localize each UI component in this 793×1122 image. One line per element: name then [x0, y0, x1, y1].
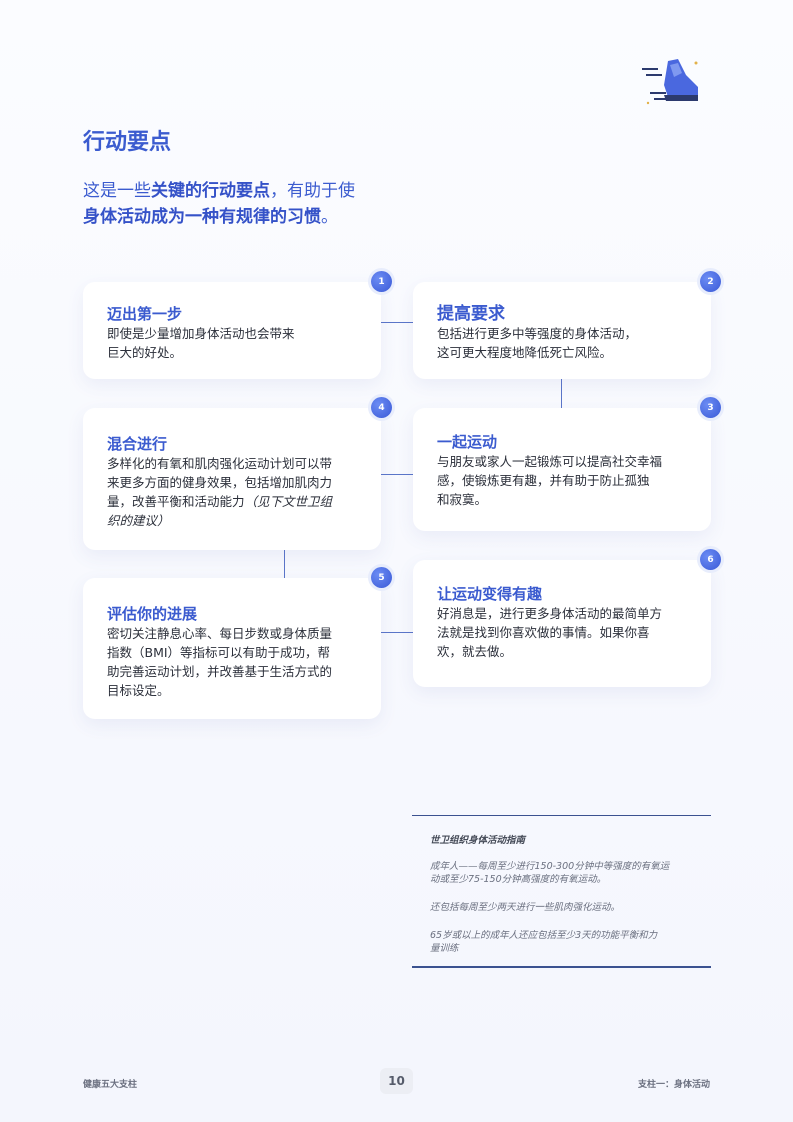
connector-3-4: [381, 474, 413, 475]
connector-1-2: [381, 322, 413, 323]
step-badge-6: 6: [700, 549, 721, 570]
step-badge-3: 3: [700, 397, 721, 418]
step-card-3: 一起运动 与朋友或家人一起锻炼可以提高社交幸福 感，使锻炼更有趣，并有助于防止孤…: [413, 408, 711, 531]
step-card-1: 迈出第一步 即使是少量增加身体活动也会带来 巨大的好处。: [83, 282, 381, 379]
step-body: 与朋友或家人一起锻炼可以提高社交幸福 感，使锻炼更有趣，并有助于防止孤独 和寂寞…: [437, 454, 663, 507]
step-title: 提高要求: [437, 304, 505, 324]
footer-right-label: 支柱一：身体活动: [637, 1080, 710, 1090]
step-title: 混合进行: [107, 435, 168, 453]
step-title: 迈出第一步: [107, 305, 183, 323]
who-guidelines-box: 世卫组织身体活动指南 成年人——每周至少进行150-300分钟中等强度的有氧运动…: [412, 815, 711, 968]
step-badge-1: 1: [371, 271, 392, 292]
running-shoe-icon: [642, 59, 698, 105]
step-title: 让运动变得有趣: [437, 585, 543, 603]
connector-2-3: [561, 379, 562, 408]
who-line-adults: 成年人——每周至少进行150-300分钟中等强度的有氧运 动或至少75-150分钟…: [430, 861, 670, 885]
step-badge-4: 4: [371, 397, 392, 418]
step-title: 一起运动: [437, 433, 498, 451]
step-badge-2: 2: [700, 271, 721, 292]
step-body: 包括进行更多中等强度的身体活动， 这可更大程度地降低死亡风险。: [437, 326, 638, 360]
step-card-2: 提高要求 包括进行更多中等强度的身体活动， 这可更大程度地降低死亡风险。: [413, 282, 711, 379]
footer-left-label: 健康五大支柱: [83, 1080, 138, 1090]
page-number: 10: [380, 1068, 413, 1094]
who-title: 世卫组织身体活动指南: [430, 835, 526, 846]
intro-text: 这是一些关键的行动要点，有助于使 身体活动成为一种有规律的习惯。: [83, 181, 355, 227]
step-title: 评估你的进展: [107, 605, 198, 623]
connector-5-6: [381, 632, 413, 633]
step-card-6: 让运动变得有趣 好消息是，进行更多身体活动的最简单方 法就是找到你喜欢做的事情。…: [413, 560, 711, 687]
connector-4-5: [284, 550, 285, 578]
who-line-muscle: 还包括每周至少两天进行一些肌肉强化运动。: [430, 902, 621, 913]
step-badge-5: 5: [371, 567, 392, 588]
step-body: 密切关注静息心率、每日步数或身体质量 指数（BMI）等指标可以有助于成功，帮 助…: [107, 626, 333, 698]
page-title: 行动要点: [83, 130, 172, 155]
step-body: 多样化的有氧和肌肉强化运动计划可以带 来更多方面的健身效果，包括增加肌肉力 量，…: [107, 456, 333, 528]
step-card-4: 混合进行 多样化的有氧和肌肉强化运动计划可以带 来更多方面的健身效果，包括增加肌…: [83, 408, 381, 550]
who-line-elderly: 65岁或以上的成年人还应包括至少3天的功能平衡和力 量训练: [430, 930, 658, 954]
step-card-5: 评估你的进展 密切关注静息心率、每日步数或身体质量 指数（BMI）等指标可以有助…: [83, 578, 381, 719]
step-body: 好消息是，进行更多身体活动的最简单方 法就是找到你喜欢做的事情。如果你喜 欢，就…: [437, 606, 663, 659]
step-body: 即使是少量增加身体活动也会带来 巨大的好处。: [107, 326, 295, 360]
